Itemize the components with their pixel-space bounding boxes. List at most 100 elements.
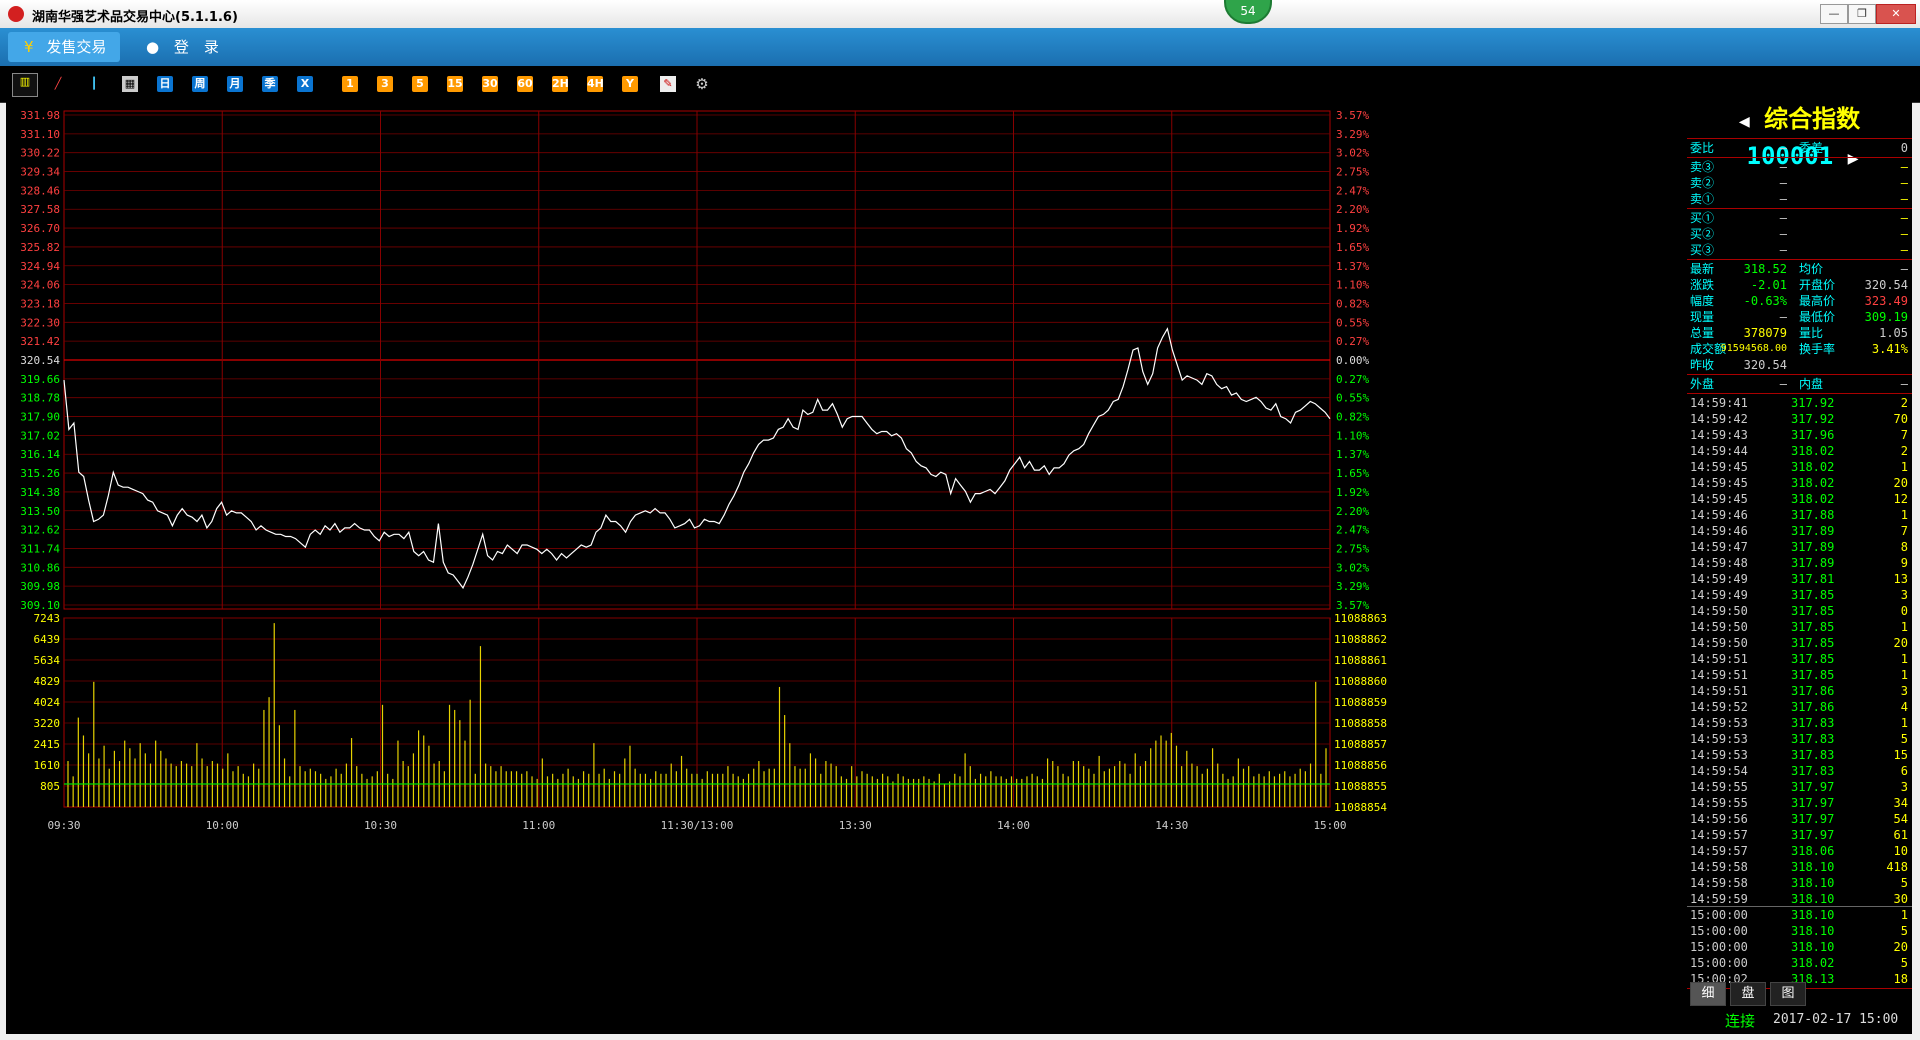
year-button[interactable]: Y bbox=[622, 76, 638, 92]
tick-volume: 2 bbox=[1900, 444, 1908, 458]
draw-tool-icon[interactable]: ✎ bbox=[660, 76, 676, 92]
min-5-button[interactable]: 5 bbox=[412, 76, 428, 92]
stat-value: 320.54 bbox=[1743, 358, 1787, 372]
user-icon: ● bbox=[146, 38, 160, 56]
intraday-chart[interactable]: 331.98 3.57% 331.10 3.29% 330.22 3.02% 329.34 2… bbox=[6, 102, 1687, 1034]
tick-volume: 12 bbox=[1893, 492, 1908, 506]
pct-tick-label: 2.20% bbox=[1336, 505, 1369, 518]
stat-row: 涨跌 -2.01 开盘价 320.54 bbox=[1687, 277, 1912, 293]
tab-detail[interactable]: 细 bbox=[1690, 982, 1726, 1006]
sell-level-label: 卖② bbox=[1690, 176, 1715, 190]
hour-4-button[interactable]: 4H bbox=[587, 76, 604, 92]
tick-row: 14:59:48 317.89 9 bbox=[1687, 555, 1912, 571]
stat-label: 幅度 bbox=[1690, 294, 1715, 308]
tick-time: 14:59:50 bbox=[1690, 620, 1748, 634]
tick-price: 318.10 bbox=[1791, 924, 1835, 938]
prev-instrument-icon[interactable]: ◀ bbox=[1739, 111, 1750, 132]
tick-volume: 0 bbox=[1900, 604, 1908, 618]
price-tick-label: 309.98 bbox=[20, 580, 60, 593]
tick-price: 317.97 bbox=[1791, 796, 1835, 810]
maximize-icon[interactable]: ❐ bbox=[1848, 4, 1876, 24]
min-15-button[interactable]: 15 bbox=[447, 76, 463, 92]
stat-value: -2.01 bbox=[1750, 278, 1787, 292]
panel-tabs: 细 盘 图 bbox=[1690, 982, 1820, 1006]
buy-price: — bbox=[1779, 227, 1787, 241]
sell-level-label: 卖③ bbox=[1690, 160, 1715, 174]
tab-orderbook[interactable]: 盘 bbox=[1730, 982, 1766, 1006]
tick-time: 14:59:50 bbox=[1690, 604, 1748, 618]
stat-value: -0.63% bbox=[1743, 294, 1787, 308]
tick-time: 14:59:59 bbox=[1690, 892, 1748, 906]
period-day-button[interactable]: 日 bbox=[157, 76, 173, 92]
close-icon[interactable]: ✕ bbox=[1876, 4, 1916, 24]
pct-tick-label: 2.75% bbox=[1336, 166, 1369, 179]
notification-badge[interactable]: 54 bbox=[1224, 0, 1272, 24]
volume-tick-label: 4829 bbox=[34, 675, 61, 688]
bar-chart-icon[interactable]: ▥ bbox=[12, 73, 38, 97]
buy-price: — bbox=[1779, 211, 1787, 225]
volume-right-tick-label: 11088861 bbox=[1334, 654, 1387, 667]
weibi-label: 委比 bbox=[1690, 141, 1715, 155]
menu-item-login[interactable]: ● 登 录 bbox=[142, 32, 242, 62]
stat-value: 318.52 bbox=[1743, 262, 1787, 276]
tick-volume: 6 bbox=[1900, 764, 1908, 778]
stat-label: 开盘价 bbox=[1799, 278, 1836, 292]
calendar-icon[interactable]: ▦ bbox=[122, 76, 138, 92]
stat-label: 最新 bbox=[1690, 262, 1715, 276]
sell-row: 卖③ — — bbox=[1687, 159, 1912, 175]
stat-label: 总量 bbox=[1690, 326, 1715, 340]
tick-price: 317.85 bbox=[1791, 620, 1835, 634]
menu-bar: ¥ 发售交易 ● 登 录 bbox=[0, 28, 1920, 66]
buy-level-label: 买① bbox=[1690, 211, 1715, 225]
tick-price: 317.85 bbox=[1791, 588, 1835, 602]
outer-value: — bbox=[1779, 377, 1787, 391]
tick-price: 317.85 bbox=[1791, 668, 1835, 682]
tick-time: 14:59:58 bbox=[1690, 860, 1748, 874]
menu-item-trade[interactable]: ¥ 发售交易 bbox=[8, 32, 120, 62]
stat-label: 涨跌 bbox=[1690, 278, 1715, 292]
tick-price: 318.06 bbox=[1791, 844, 1835, 858]
sell-row: 卖① — — bbox=[1687, 191, 1912, 207]
volume-tick-label: 3220 bbox=[34, 717, 61, 730]
tick-time: 14:59:43 bbox=[1690, 428, 1748, 442]
period-quarter-button[interactable]: 季 bbox=[262, 76, 278, 92]
inner-label: 内盘 bbox=[1799, 377, 1824, 391]
price-tick-label: 325.82 bbox=[20, 241, 60, 254]
stat-row: 昨收 320.54 bbox=[1687, 357, 1912, 373]
tick-time: 14:59:57 bbox=[1690, 844, 1748, 858]
settings-gear-icon[interactable]: ⚙ bbox=[694, 76, 710, 92]
tick-price: 317.85 bbox=[1791, 652, 1835, 666]
pct-tick-label: 3.29% bbox=[1336, 580, 1369, 593]
line-chart-icon[interactable]: ╱ bbox=[50, 76, 66, 92]
tick-volume: 1 bbox=[1900, 652, 1908, 666]
tick-row: 14:59:45 318.02 20 bbox=[1687, 475, 1912, 491]
stat-label: 最高价 bbox=[1799, 294, 1836, 308]
price-tick-label: 311.74 bbox=[20, 542, 60, 555]
min-1-button[interactable]: 1 bbox=[342, 76, 358, 92]
tick-price: 318.10 bbox=[1791, 892, 1835, 906]
hour-2-button[interactable]: 2H bbox=[552, 76, 569, 92]
min-30-button[interactable]: 30 bbox=[482, 76, 498, 92]
tick-row: 14:59:57 318.06 10 bbox=[1687, 843, 1912, 859]
candlestick-icon[interactable]: ┃ bbox=[86, 76, 102, 92]
minimize-icon[interactable]: — bbox=[1820, 4, 1848, 24]
min-3-button[interactable]: 3 bbox=[377, 76, 393, 92]
tick-price: 317.97 bbox=[1791, 812, 1835, 826]
pct-tick-label: 3.02% bbox=[1336, 147, 1369, 160]
tick-row: 14:59:44 318.02 2 bbox=[1687, 443, 1912, 459]
tick-time: 14:59:44 bbox=[1690, 444, 1748, 458]
buy-volume: — bbox=[1900, 227, 1908, 241]
volume-right-tick-label: 11088862 bbox=[1334, 633, 1387, 646]
min-60-button[interactable]: 60 bbox=[517, 76, 533, 92]
tick-time: 14:59:55 bbox=[1690, 780, 1748, 794]
tick-price: 317.86 bbox=[1791, 700, 1835, 714]
connection-status: 连接 bbox=[1725, 1012, 1756, 1030]
period-month-button[interactable]: 月 bbox=[227, 76, 243, 92]
period-x-button[interactable]: X bbox=[297, 76, 313, 92]
tick-price: 317.96 bbox=[1791, 428, 1835, 442]
period-week-button[interactable]: 周 bbox=[192, 76, 208, 92]
tick-volume: 1 bbox=[1900, 668, 1908, 682]
tab-chart[interactable]: 图 bbox=[1770, 982, 1806, 1006]
buy-row: 买② — — bbox=[1687, 226, 1912, 242]
panel-divider bbox=[1687, 374, 1912, 375]
